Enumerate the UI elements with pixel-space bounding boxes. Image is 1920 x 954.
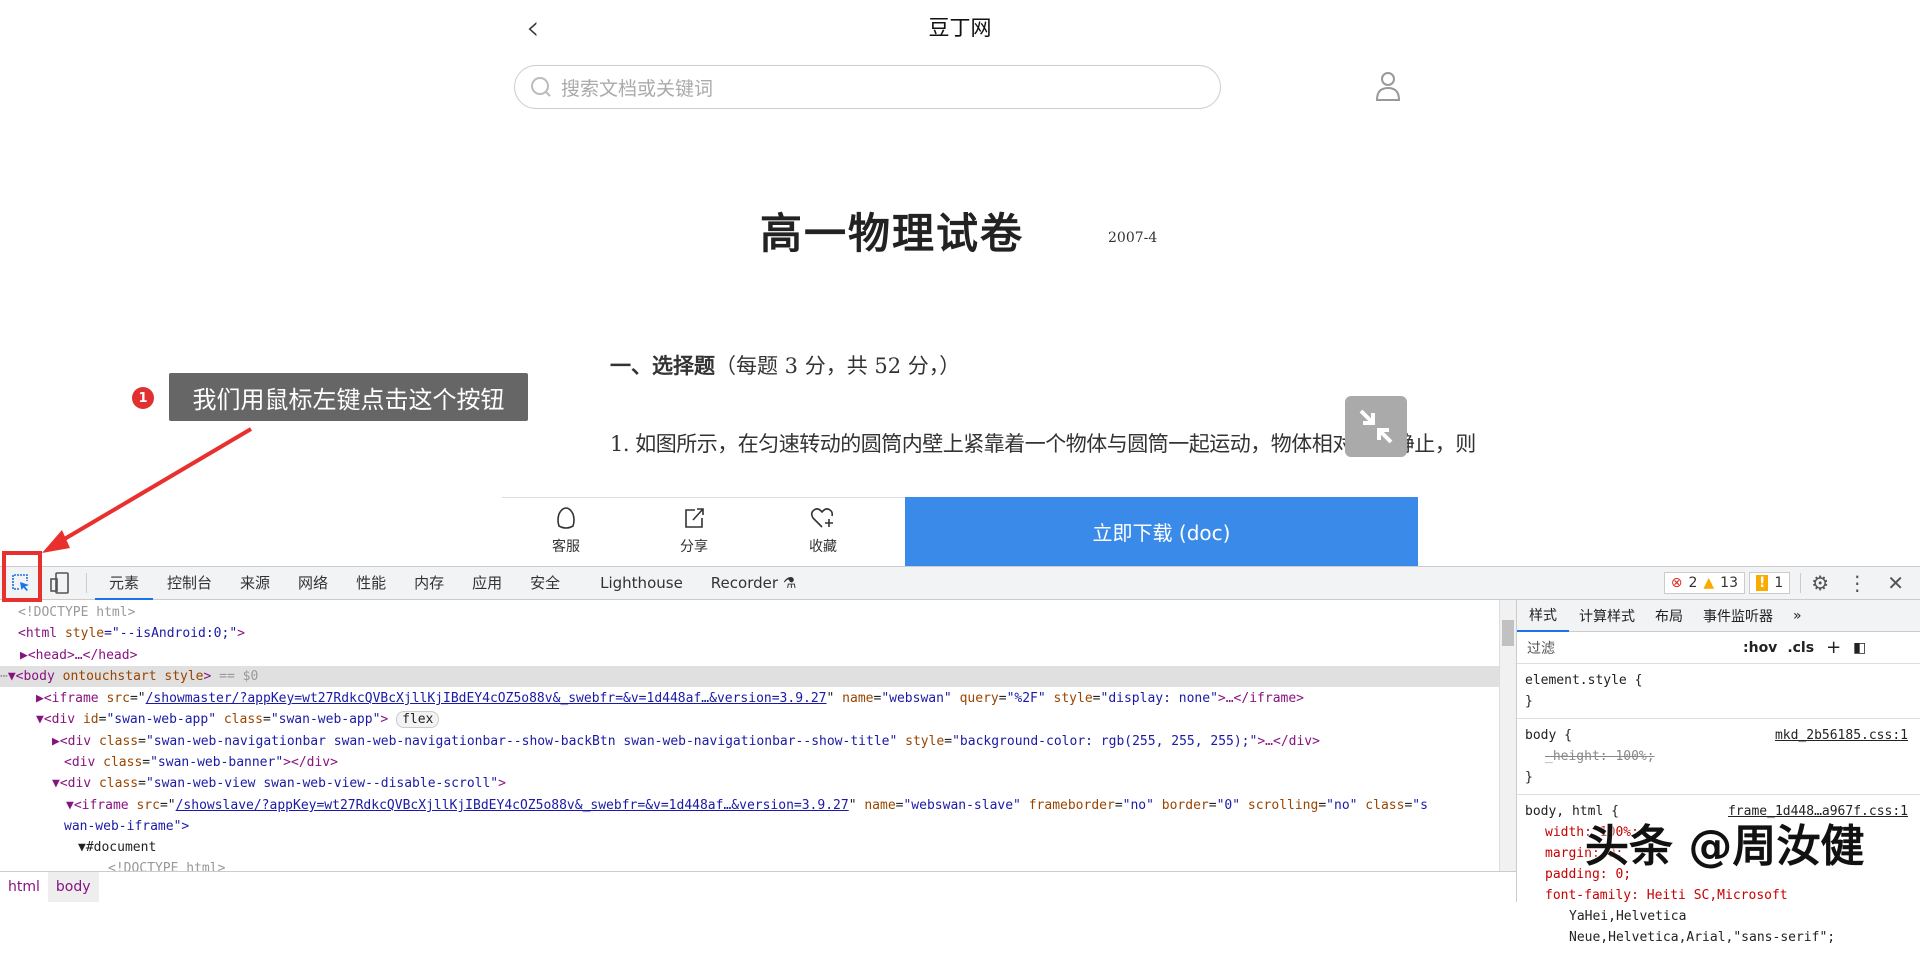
breadcrumb: html body xyxy=(0,871,1516,902)
style-rule: element.style {} xyxy=(1517,664,1920,719)
heart-plus-icon xyxy=(810,506,836,530)
annotation-tooltip: 我们用鼠标左键点击这个按钮 xyxy=(169,373,528,421)
issue-icon: ! xyxy=(1756,575,1768,591)
dom-line[interactable]: <html style="--isAndroid:0;"> xyxy=(18,623,245,644)
more-tabs-icon[interactable]: » xyxy=(1783,608,1812,624)
divider xyxy=(86,573,87,593)
divider xyxy=(1800,573,1801,593)
tab-sources[interactable]: 来源 xyxy=(226,567,284,600)
dom-line-selected[interactable]: ⋯▼<body ontouchstart style> == $0 xyxy=(0,666,1499,687)
new-rule-button[interactable]: + xyxy=(1826,637,1841,658)
cls-button[interactable]: .cls xyxy=(1787,640,1814,656)
share-icon xyxy=(683,506,705,530)
tab-lighthouse[interactable]: Lighthouse xyxy=(586,567,697,600)
dom-line[interactable]: ▶<div class="swan-web-navigationbar swan… xyxy=(52,731,1320,752)
devtools-toolbar: 元素 控制台 来源 网络 性能 内存 应用 安全 Lighthouse Reco… xyxy=(0,566,1920,600)
toggle-sidebar-icon[interactable]: ◧ xyxy=(1853,640,1866,656)
recorder-label: Recorder xyxy=(711,574,778,592)
more-options-icon[interactable]: ⋮ xyxy=(1847,571,1867,595)
highlight-box xyxy=(2,551,42,602)
headset-icon xyxy=(555,506,577,530)
dom-line[interactable]: ▼<div class="swan-web-view swan-web-view… xyxy=(52,773,506,794)
dom-line[interactable]: ▼#document xyxy=(78,837,156,858)
tab-application[interactable]: 应用 xyxy=(458,567,516,600)
share-label: 分享 xyxy=(680,539,708,555)
tab-event-listeners[interactable]: 事件监听器 xyxy=(1693,606,1783,626)
section-note: （每题 3 分，共 52 分，） xyxy=(715,354,960,378)
warning-count: 13 xyxy=(1720,575,1738,591)
tab-security[interactable]: 安全 xyxy=(516,567,574,600)
tab-computed[interactable]: 计算样式 xyxy=(1569,606,1645,626)
document-date: 2007-4 xyxy=(1108,230,1157,246)
section-heading: 一、选择题（每题 3 分，共 52 分，） xyxy=(610,350,960,380)
flex-badge[interactable]: flex xyxy=(396,711,439,728)
section-title: 一、选择题 xyxy=(610,353,715,378)
watermark: 头条 @周汝健 xyxy=(1585,810,1864,874)
service-label: 客服 xyxy=(552,539,580,555)
chevron-left-icon: ‹ xyxy=(526,8,540,48)
tab-recorder[interactable]: Recorder ⚗ xyxy=(697,567,810,600)
page-title: 豆丁网 xyxy=(910,12,1010,42)
issues-counter[interactable]: ⊗ 2 ▲ 13 xyxy=(1664,572,1745,594)
dom-tree: <!DOCTYPE html> <html style="--isAndroid… xyxy=(0,600,1499,871)
breadcrumb-body[interactable]: body xyxy=(48,872,99,902)
tab-network[interactable]: 网络 xyxy=(284,567,342,600)
document-title: 高一物理试卷 xyxy=(760,200,1024,261)
dom-line[interactable]: ▼<iframe src="/showslave/?appKey=wt27Rdk… xyxy=(66,795,1428,816)
tab-styles[interactable]: 样式 xyxy=(1517,600,1569,632)
user-icon xyxy=(1374,70,1402,102)
download-button[interactable]: 立即下载 (doc) xyxy=(905,497,1418,566)
collapse-icon xyxy=(1345,396,1407,457)
tab-layout[interactable]: 布局 xyxy=(1645,606,1693,626)
step-badge: 1 xyxy=(132,387,154,409)
issues-button[interactable]: !1 xyxy=(1749,572,1790,594)
dom-line[interactable]: wan-web-iframe"> xyxy=(64,816,189,837)
error-icon: ⊗ xyxy=(1671,575,1683,591)
styles-filter-input[interactable]: 过滤 xyxy=(1521,638,1731,658)
search-placeholder: 搜索文档或关键词 xyxy=(561,74,713,101)
dom-line[interactable]: <!DOCTYPE html> xyxy=(108,858,225,871)
favorite-label: 收藏 xyxy=(809,539,837,555)
share-button[interactable]: 分享 xyxy=(664,506,724,556)
search-icon xyxy=(529,75,553,99)
stylesheet-link[interactable]: mkd_2b56185.css:1 xyxy=(1775,725,1908,746)
dom-line[interactable]: <!DOCTYPE html> xyxy=(18,602,135,623)
issue-count: 1 xyxy=(1774,575,1783,591)
tab-memory[interactable]: 内存 xyxy=(400,567,458,600)
dom-scrollbar[interactable] xyxy=(1499,600,1516,871)
tab-performance[interactable]: 性能 xyxy=(342,567,400,600)
breadcrumb-html[interactable]: html xyxy=(0,872,48,902)
back-button[interactable]: ‹ xyxy=(526,8,540,48)
device-toolbar-button[interactable] xyxy=(42,572,78,594)
dom-line[interactable]: ▼<div id="swan-web-app" class="swan-web-… xyxy=(36,709,439,730)
service-button[interactable]: 客服 xyxy=(536,506,596,556)
device-icon xyxy=(50,572,70,594)
hov-button[interactable]: :hov xyxy=(1743,640,1777,656)
dom-line[interactable]: ▶<iframe src="/showmaster/?appKey=wt27Rd… xyxy=(36,688,1304,709)
style-rule: body {mkd_2b56185.css:1 _height: 100%;} xyxy=(1517,719,1920,795)
search-input[interactable]: 搜索文档或关键词 xyxy=(514,65,1221,109)
error-count: 2 xyxy=(1688,575,1697,591)
user-button[interactable] xyxy=(1374,70,1402,106)
warning-icon: ▲ xyxy=(1703,575,1714,591)
tab-console[interactable]: 控制台 xyxy=(153,567,226,600)
dom-line[interactable]: ▶<head>…</head> xyxy=(20,645,137,666)
collapse-button[interactable] xyxy=(1345,396,1407,457)
dom-line[interactable]: <div class="swan-web-banner"></div> xyxy=(64,752,338,773)
settings-gear-icon[interactable]: ⚙ xyxy=(1811,571,1829,595)
tab-elements[interactable]: 元素 xyxy=(95,567,153,600)
close-icon[interactable]: ✕ xyxy=(1887,571,1904,595)
flask-icon: ⚗ xyxy=(783,574,796,592)
favorite-button[interactable]: 收藏 xyxy=(793,506,853,556)
